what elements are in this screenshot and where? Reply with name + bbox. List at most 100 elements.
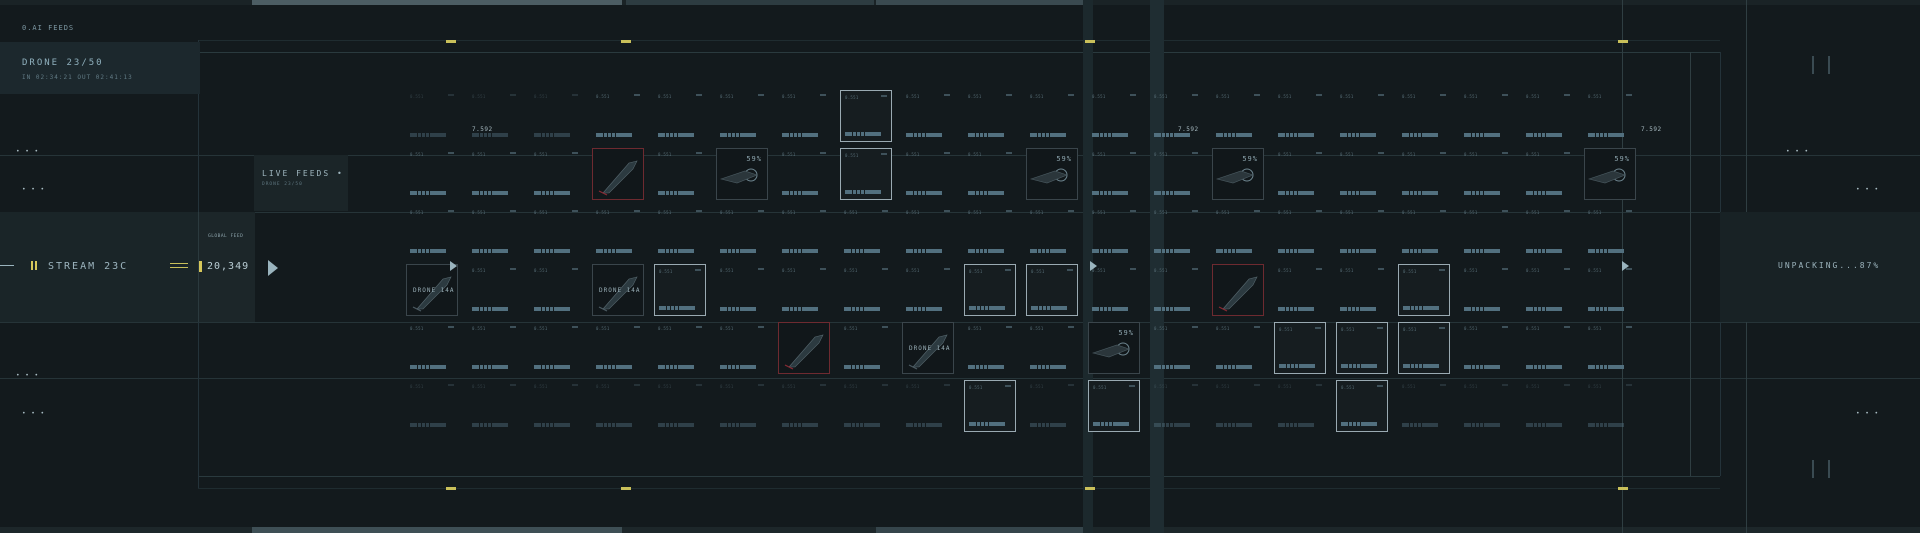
feed-cell[interactable]: 0.551 — [1460, 264, 1512, 316]
scroll-indicator[interactable] — [1812, 56, 1830, 74]
feed-cell[interactable]: 0.551 — [468, 380, 520, 432]
feed-cell[interactable]: 0.551 — [964, 264, 1016, 316]
feed-cell[interactable]: 0.551 — [1212, 322, 1264, 374]
feed-cell[interactable]: 0.551 — [1026, 264, 1078, 316]
feed-cell[interactable]: 59% — [1088, 322, 1140, 374]
feed-cell[interactable]: 0.551 — [468, 90, 520, 142]
feed-cell[interactable]: 0.551 — [1088, 148, 1140, 200]
play-triangle-icon[interactable] — [450, 261, 457, 271]
feed-cell[interactable]: 0.551 — [530, 206, 582, 258]
feed-cell[interactable]: 0.551 — [654, 206, 706, 258]
feed-cell[interactable]: 0.551 — [902, 90, 954, 142]
feed-cell[interactable]: 0.551 — [964, 380, 1016, 432]
feed-cell[interactable]: 0.551 — [902, 380, 954, 432]
feed-cell[interactable]: 0.551 — [406, 380, 458, 432]
feed-cell[interactable]: 0.551 — [1212, 90, 1264, 142]
feed-cell[interactable]: 0.551 — [1398, 90, 1450, 142]
feed-cell[interactable]: 0.551 — [1584, 380, 1636, 432]
feed-cell[interactable]: 59% — [1212, 148, 1264, 200]
feed-cell[interactable]: 0.551 — [1460, 148, 1512, 200]
feed-cell[interactable]: 0.551 — [716, 264, 768, 316]
feed-cell[interactable]: 59% — [1584, 148, 1636, 200]
feed-cell[interactable]: 59% — [716, 148, 768, 200]
feed-cell[interactable]: 0.551 — [1460, 90, 1512, 142]
feed-cell[interactable]: 0.551 — [1026, 380, 1078, 432]
feed-cell[interactable]: 0.551 — [530, 322, 582, 374]
feed-cell[interactable]: 0.551 — [1088, 206, 1140, 258]
feed-cell[interactable]: 0.551 — [964, 148, 1016, 200]
feed-cell[interactable]: 0.551 — [1522, 380, 1574, 432]
feed-cell[interactable]: 0.551 — [530, 380, 582, 432]
feed-cell[interactable]: 0.551 — [716, 322, 768, 374]
feed-cell[interactable]: 0.551 — [1584, 206, 1636, 258]
feed-cell[interactable]: 59% — [1026, 148, 1078, 200]
feed-cell[interactable]: 0.551 — [1150, 380, 1202, 432]
feed-cell[interactable]: 0.551 — [1088, 90, 1140, 142]
feed-cell[interactable]: 0.551 — [406, 90, 458, 142]
feed-cell[interactable]: 0.551 — [1336, 264, 1388, 316]
feed-cell[interactable]: 0.551 — [902, 206, 954, 258]
feed-cell[interactable]: 0.551 — [840, 322, 892, 374]
feed-cell[interactable]: DRONE 14A — [902, 322, 954, 374]
feed-cell[interactable]: 0.551 — [468, 206, 520, 258]
feed-cell[interactable]: 0.551 — [1460, 322, 1512, 374]
feed-cell[interactable]: 0.551 — [1522, 148, 1574, 200]
feed-cell[interactable]: 0.551 — [1522, 206, 1574, 258]
feed-cell[interactable]: 0.551 — [654, 322, 706, 374]
feed-cell[interactable]: 0.551 — [778, 264, 830, 316]
feed-cell[interactable]: 0.551 — [1336, 90, 1388, 142]
feed-cell[interactable]: 0.551 — [592, 206, 644, 258]
feed-cell[interactable]: 0.551 — [1274, 264, 1326, 316]
feed-cell[interactable]: 0.551 — [1584, 264, 1636, 316]
feed-cell[interactable]: 0.551 — [654, 148, 706, 200]
feed-cell[interactable]: 0.551 — [406, 148, 458, 200]
feed-cell[interactable]: 0.551 — [654, 264, 706, 316]
feed-cell[interactable] — [592, 148, 644, 200]
feed-cell[interactable]: 0.551 — [716, 206, 768, 258]
feed-cell[interactable]: 0.551 — [1274, 206, 1326, 258]
feed-cell[interactable]: 0.551 — [964, 322, 1016, 374]
feed-cell[interactable]: 0.551 — [654, 380, 706, 432]
feed-cell[interactable]: 0.551 — [468, 148, 520, 200]
feed-cell[interactable]: 0.551 — [1150, 206, 1202, 258]
play-triangle-icon[interactable] — [1090, 261, 1097, 271]
feed-cell[interactable]: 0.551 — [1398, 206, 1450, 258]
feed-cell[interactable]: 0.551 — [840, 206, 892, 258]
feed-cell[interactable]: 0.551 — [406, 322, 458, 374]
feed-cell[interactable]: 0.551 — [778, 90, 830, 142]
scroll-indicator[interactable] — [1812, 460, 1830, 478]
feed-cell[interactable]: 0.551 — [1212, 380, 1264, 432]
feed-cell[interactable]: 0.551 — [1026, 90, 1078, 142]
feed-cell[interactable]: 0.551 — [592, 90, 644, 142]
feed-cell[interactable]: 0.551 — [902, 148, 954, 200]
feed-cell[interactable]: 0.551 — [1336, 380, 1388, 432]
feed-cell[interactable]: 0.551 — [1274, 380, 1326, 432]
feed-cell[interactable]: DRONE 14A — [406, 264, 458, 316]
feed-cell[interactable]: 0.551 — [1150, 322, 1202, 374]
feed-cell[interactable]: 0.551 — [1522, 322, 1574, 374]
stream-label[interactable]: STREAM 23C — [48, 261, 128, 272]
feed-cell[interactable]: DRONE 14A — [592, 264, 644, 316]
feed-cell[interactable]: 0.551 — [1274, 148, 1326, 200]
feed-cell[interactable]: 0.551 — [1584, 322, 1636, 374]
feed-cell[interactable]: 0.551 — [1398, 322, 1450, 374]
feed-cell[interactable]: 0.551 — [530, 148, 582, 200]
feed-cell[interactable]: 0.551 — [1336, 148, 1388, 200]
feed-cell[interactable]: 0.551 — [1460, 380, 1512, 432]
feed-cell[interactable]: 0.551 — [1274, 90, 1326, 142]
feed-cell[interactable]: 0.551 — [592, 322, 644, 374]
feed-cell[interactable]: 0.551 — [840, 90, 892, 142]
feed-cell[interactable]: 0.551 — [468, 322, 520, 374]
feed-cell[interactable]: 0.551 — [1150, 148, 1202, 200]
feed-cell[interactable]: 0.551 — [1150, 90, 1202, 142]
feed-cell[interactable]: 0.551 — [592, 380, 644, 432]
feed-cell[interactable]: 0.551 — [1398, 264, 1450, 316]
feed-cell[interactable]: 0.551 — [1274, 322, 1326, 374]
feed-cell[interactable]: 0.551 — [1398, 380, 1450, 432]
feed-cell[interactable]: 0.551 — [778, 206, 830, 258]
feed-cell[interactable]: 0.551 — [716, 90, 768, 142]
feed-cell[interactable]: 0.551 — [1150, 264, 1202, 316]
feed-cell[interactable]: 0.551 — [406, 206, 458, 258]
feed-cell[interactable]: 0.551 — [654, 90, 706, 142]
feed-cell[interactable]: 0.551 — [1336, 322, 1388, 374]
